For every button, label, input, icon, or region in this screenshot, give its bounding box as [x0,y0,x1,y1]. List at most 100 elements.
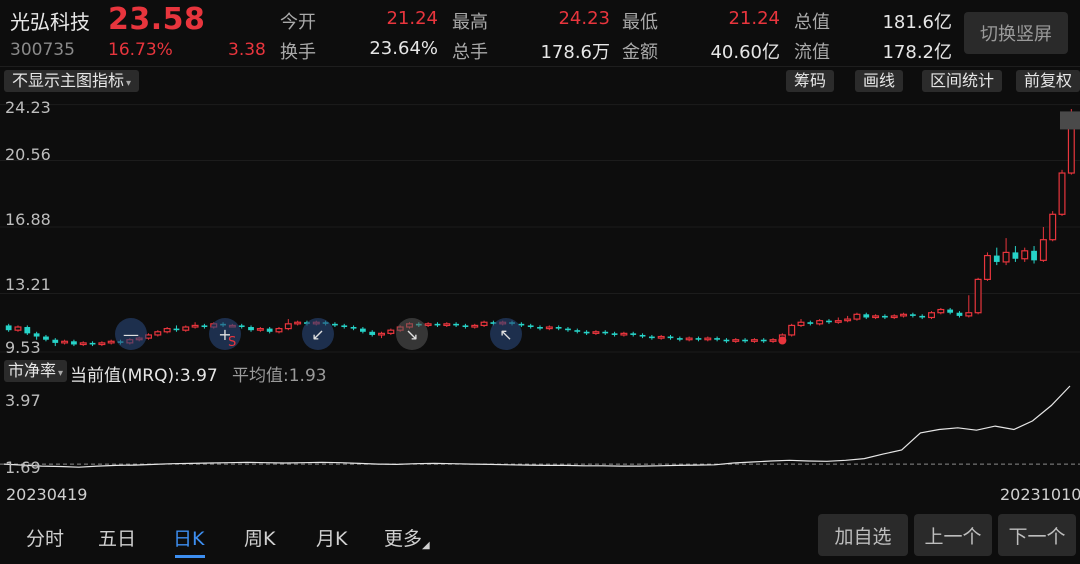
candle [182,325,190,332]
candle-body [443,323,451,327]
candle [611,331,618,337]
candlestick-chart[interactable]: — + ↙ ↘ ↖S [0,94,1080,360]
y-label-3: 16.88 [5,210,51,229]
candle [107,339,115,345]
candle-body [807,322,814,324]
candle [648,334,655,340]
candle-body [555,327,562,329]
tab-weekly-k[interactable]: 周K [244,524,275,551]
candle [1049,211,1057,242]
stat-label-6: 金额 [622,42,658,63]
y-label-2: 20.56 [5,145,51,164]
candle-body [453,323,459,326]
start-date: 20230419 [6,485,88,504]
candle-body [676,338,683,340]
tab-intraday[interactable]: 分时 [26,524,64,551]
candle-body [853,313,861,320]
tab-monthly-k[interactable]: 月K [316,524,347,551]
minus-icon[interactable]: — [115,318,147,350]
tab-more[interactable]: 更多◢ [384,524,430,551]
chips-button[interactable]: 筹码 [786,70,835,92]
zoom-in-icon[interactable]: ↖ [490,318,522,350]
candle-body [993,255,1000,262]
tab-daily-k[interactable]: 日K [173,524,204,551]
candle [443,322,451,328]
candle-body [359,328,366,332]
candle [89,341,96,347]
event-dot[interactable] [778,336,787,345]
candle [1031,246,1037,264]
sub-indicator-selector[interactable]: 市净率 ▾ [4,360,68,382]
candle [1039,227,1047,262]
candle-body [369,331,376,335]
s-marker: S [228,335,236,350]
candle [583,330,590,335]
switch-portrait-button[interactable]: 切换竖屏 [964,12,1068,54]
y-label-4: 13.21 [5,275,51,294]
previous-button[interactable]: 上一个 [914,514,992,556]
stat-label-7: 流值 [794,42,830,63]
candle [695,336,702,342]
candle-body [974,278,982,314]
candle-body [769,339,777,342]
zoom-out-icon[interactable]: ↙ [302,318,334,350]
tab-five-day[interactable]: 五日 [98,524,136,551]
next-button[interactable]: 下一个 [998,514,1076,556]
main-indicator-label: 不显示主图指标 [12,71,125,90]
candle-body [294,321,302,325]
candle [332,322,338,328]
candle [919,314,926,320]
candle-body [1021,250,1029,260]
candle [201,323,208,329]
candle [937,307,945,315]
forward-adjust-button[interactable]: 前复权 [1016,70,1080,92]
pb-ratio-chart[interactable] [0,384,1080,480]
stat-value-0: 21.24 [386,8,438,29]
sub-y-label-top: 3.97 [5,391,41,410]
candle-body [667,336,674,339]
range-stats-button[interactable]: 区间统计 [922,70,1003,92]
candle [191,322,199,329]
candle-body [387,329,395,334]
candle [43,334,49,342]
candle [834,317,842,324]
candle [685,336,693,342]
stat-label-2: 最低 [622,12,658,33]
draw-line-button[interactable]: 画线 [855,70,904,92]
candle-body [545,326,553,330]
candle-body [965,312,973,317]
candle-body [983,254,991,280]
candle-body [43,336,49,340]
candle [797,319,805,328]
change-amount: 3.38 [228,40,266,60]
tab-more-label: 更多 [384,528,423,550]
candle-body [685,337,693,341]
candle-body [462,325,469,328]
candle [256,327,264,332]
candle [947,307,954,315]
candle [667,334,674,340]
candle [163,327,171,334]
main-indicator-selector[interactable]: 不显示主图指标 ▾ [4,70,140,92]
arrow-right-icon[interactable]: ↘ [396,318,428,350]
minus-icon-glyph: — [123,325,139,344]
candle [732,338,740,343]
candle-body [760,339,767,342]
candle [284,319,292,331]
candle [275,327,283,334]
stat-value-1: 24.23 [558,8,610,29]
candle [602,330,609,335]
candle-body [602,331,609,334]
candle-body [163,328,171,333]
candle-body [471,324,479,328]
candle [750,338,758,343]
candle [24,325,31,335]
candle-body [79,342,87,346]
candle-body [182,326,190,331]
candle [173,325,180,332]
candle-body [630,333,637,335]
candle-body [919,315,926,318]
candle-body [424,323,432,327]
candle [900,312,908,318]
add-watchlist-button[interactable]: 加自选 [818,514,908,556]
